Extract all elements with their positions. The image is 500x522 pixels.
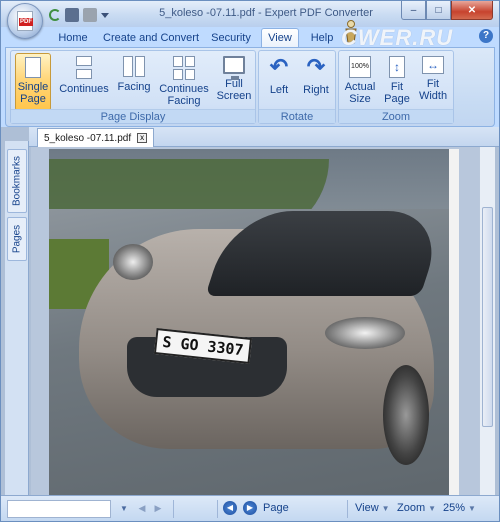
quick-access-toolbar [49, 7, 109, 23]
bookmarks-tab[interactable]: Bookmarks [7, 149, 27, 213]
zoom-menu[interactable]: Zoom ▼ [397, 502, 436, 514]
pdf-app-icon: PDF [17, 11, 33, 31]
continues-facing-icon [173, 56, 195, 80]
group-page-display: Single Page Continues Facing Continues F… [10, 50, 256, 124]
pages-tab-label: Pages [11, 224, 23, 254]
rotate-left-icon: ↶ [269, 54, 289, 79]
pdf-viewer[interactable]: S GO 3307 [31, 147, 495, 495]
status-bar: ▼ ◀ ▶ ◀ ▶ Page View ▼ Zoom ▼ 25% ▼ [1, 495, 499, 521]
status-dropdown-icon[interactable]: ▼ [115, 501, 133, 517]
print-icon[interactable] [83, 8, 97, 22]
close-button[interactable]: ✕ [451, 1, 493, 20]
side-panel: Bookmarks Pages [5, 141, 29, 495]
rotate-right-button[interactable]: ↷ Right [299, 53, 333, 111]
tab-create-and-convert[interactable]: Create and Convert [101, 29, 201, 47]
tab-help[interactable]: Help [305, 29, 339, 47]
rotate-left-button[interactable]: ↶ Left [263, 53, 295, 111]
fit-width-button[interactable]: ↔ Fit Width [415, 53, 451, 111]
group-zoom: 100% Actual Size ↕ Fit Page ↔ Fit Width … [338, 50, 454, 124]
tab-home[interactable]: Home [51, 29, 95, 47]
fit-page-button[interactable]: ↕ Fit Page [381, 53, 413, 111]
bookmarks-tab-label: Bookmarks [11, 155, 23, 207]
single-page-icon [25, 57, 41, 78]
facing-label: Facing [117, 81, 151, 93]
zoom-menu-label: Zoom [397, 502, 426, 514]
continues-icon [74, 56, 94, 80]
actual-size-label: Actual Size [344, 81, 376, 105]
maximize-button[interactable]: □ [426, 1, 451, 20]
rotate-right-icon: ↷ [306, 54, 326, 79]
help-icon[interactable]: ? [479, 29, 493, 43]
application-menu-button[interactable]: PDF [7, 3, 43, 39]
zoom-value: 25% [443, 502, 466, 514]
zoom-dropdown-icon: ▼ [428, 504, 437, 513]
group-rotate: ↶ Left ↷ Right Rotate [258, 50, 336, 124]
fit-width-icon: ↔ [422, 56, 444, 74]
zoom-level-dropdown-icon: ▼ [468, 504, 476, 513]
window-controls: – □ ✕ [401, 1, 493, 20]
full-screen-button[interactable]: Full Screen [215, 53, 253, 111]
tab-security[interactable]: Security [205, 29, 257, 47]
document-tab-strip: 5_koleso -07.11.pdf x [29, 127, 499, 147]
continues-facing-button[interactable]: Continues Facing [159, 53, 209, 111]
minimize-button[interactable]: – [401, 1, 426, 20]
facing-icon [123, 56, 145, 78]
car-headlight-right [325, 317, 405, 349]
status-input-field[interactable] [7, 500, 111, 518]
app-window: 5_koleso -07.11.pdf - Expert PDF Convert… [0, 0, 500, 522]
status-separator [347, 500, 348, 518]
full-screen-label: Full Screen [216, 78, 252, 102]
vertical-scrollbar[interactable] [479, 147, 495, 495]
group-label-zoom: Zoom [339, 109, 453, 123]
actual-size-icon: 100% [349, 56, 371, 78]
group-label-page-display: Page Display [11, 109, 255, 123]
customize-toolbar-dropdown-icon[interactable] [101, 12, 109, 18]
facing-button[interactable]: Facing [115, 53, 153, 111]
title-bar: 5_koleso -07.11.pdf - Expert PDF Convert… [1, 1, 499, 27]
continues-label: Continues [59, 83, 109, 95]
single-page-button[interactable]: Single Page [15, 53, 51, 111]
rotate-left-label: Left [269, 84, 289, 96]
document-tab[interactable]: 5_koleso -07.11.pdf x [37, 128, 155, 147]
continues-facing-label: Continues Facing [159, 83, 209, 107]
group-label-rotate: Rotate [259, 109, 335, 123]
fit-page-label: Fit Page [384, 81, 410, 105]
pages-tab[interactable]: Pages [7, 217, 27, 261]
status-separator [173, 500, 174, 518]
view-menu-label: View [355, 502, 379, 514]
window-title: 5_koleso -07.11.pdf - Expert PDF Convert… [159, 7, 373, 19]
tab-view[interactable]: View [261, 28, 299, 48]
zoom-level[interactable]: 25% ▼ [443, 502, 476, 514]
continues-button[interactable]: Continues [59, 53, 109, 111]
first-page-icon[interactable]: ◀ [223, 501, 237, 515]
close-document-icon[interactable]: x [137, 133, 148, 143]
pdf-page: S GO 3307 [49, 149, 459, 495]
page-label: Page [263, 502, 289, 514]
document-tab-label: 5_koleso -07.11.pdf [44, 132, 132, 144]
refresh-icon[interactable] [49, 9, 61, 21]
save-icon[interactable] [65, 8, 79, 22]
status-separator [217, 500, 218, 518]
document-area: 5_koleso -07.11.pdf x Bookmarks Pages S … [1, 127, 499, 495]
single-page-label: Single Page [17, 81, 49, 105]
car-wheel [383, 365, 429, 465]
ribbon-panel: Single Page Continues Facing Continues F… [5, 47, 495, 127]
view-dropdown-icon: ▼ [381, 504, 390, 513]
fit-width-label: Fit Width [418, 78, 448, 102]
full-screen-icon [223, 56, 245, 80]
previous-arrow-icon[interactable]: ◀ [137, 503, 147, 513]
rotate-right-label: Right [303, 84, 329, 96]
next-page-icon[interactable]: ▶ [243, 501, 257, 515]
next-arrow-icon[interactable]: ▶ [153, 503, 163, 513]
car-headlight-left [113, 244, 153, 280]
view-menu[interactable]: View ▼ [355, 502, 390, 514]
actual-size-button[interactable]: 100% Actual Size [341, 53, 379, 111]
fit-page-icon: ↕ [389, 56, 405, 78]
scrollbar-thumb[interactable] [482, 207, 493, 427]
